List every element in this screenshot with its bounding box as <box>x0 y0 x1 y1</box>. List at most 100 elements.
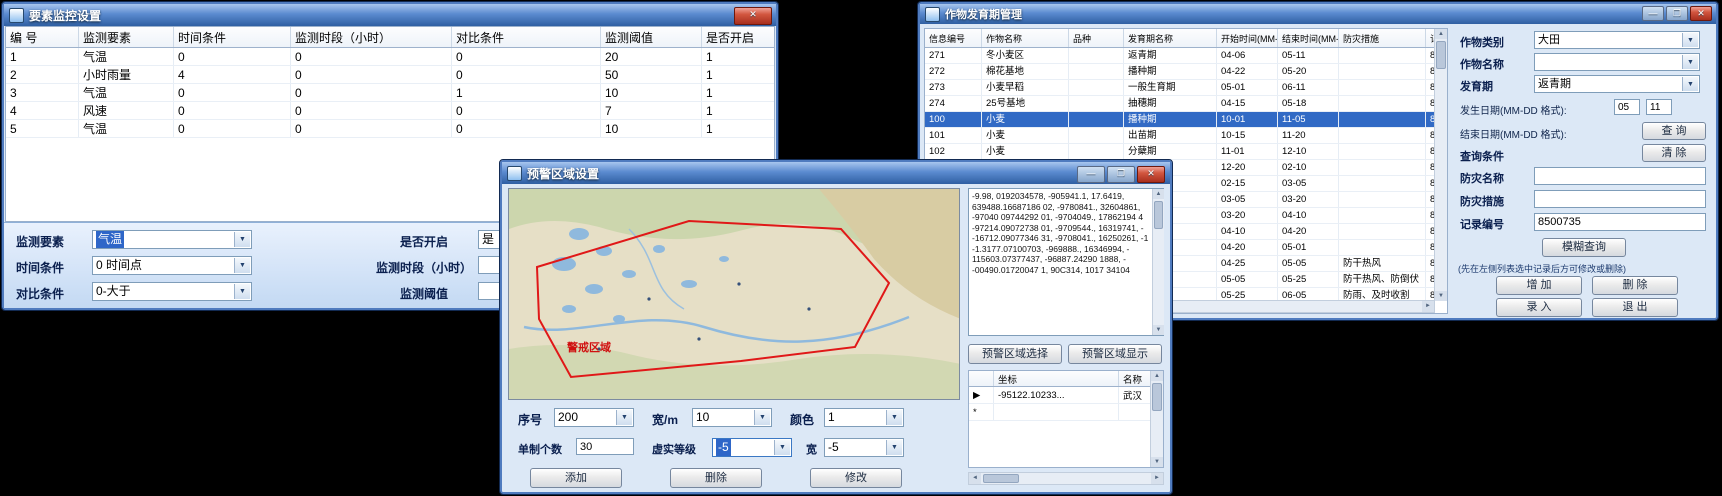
table-row[interactable]: 5气温000101 <box>6 120 775 138</box>
scroll-up-icon[interactable]: ▲ <box>1153 189 1164 199</box>
column-header: 监测时段（小时） <box>291 27 452 48</box>
region-list-zone: 坐标名称 ▶-95122.10233...武汉* ▲ ▼ <box>968 370 1164 468</box>
close-button[interactable]: ✕ <box>734 7 772 25</box>
start-day-input[interactable]: 11 <box>1646 99 1672 115</box>
maximize-button[interactable]: ❐ <box>1107 166 1135 183</box>
scroll-thumb[interactable] <box>983 474 1019 483</box>
line-width-select[interactable]: 10 ▼ <box>692 408 772 427</box>
titlebar[interactable]: 预警区域设置 <box>502 162 1170 184</box>
element-select[interactable]: 气温 ▼ <box>92 230 252 249</box>
chevron-down-icon[interactable]: ▼ <box>886 440 902 455</box>
scroll-right-icon[interactable]: ► <box>1151 473 1163 484</box>
scroll-thumb[interactable] <box>1436 41 1446 69</box>
count-input[interactable]: 30 <box>576 438 634 455</box>
table-row[interactable]: 2小时雨量400501 <box>6 66 775 84</box>
stage-select[interactable]: 返青期 ▼ <box>1534 75 1700 93</box>
table-row[interactable]: 271冬小麦区返青期04-0605-118500730 <box>925 48 1435 64</box>
enabled-label: 是否开启 <box>400 233 448 250</box>
time-condition-select[interactable]: 0 时间点 ▼ <box>92 256 252 275</box>
window-icon <box>9 8 24 23</box>
map-canvas[interactable]: 警戒区域 <box>509 189 960 400</box>
horizontal-scrollbar[interactable]: ◄ ► <box>968 472 1164 485</box>
chevron-down-icon[interactable]: ▼ <box>234 258 250 273</box>
column-header: 时间条件 <box>174 27 291 48</box>
maximize-button[interactable]: ❐ <box>1666 6 1688 21</box>
delete-button[interactable]: 删 除 <box>1592 276 1678 295</box>
table-row[interactable]: 3气温001101 <box>6 84 775 102</box>
map-zone[interactable]: 警戒区域 <box>508 188 960 400</box>
vertical-scrollbar[interactable]: ▲ ▼ <box>1150 371 1163 467</box>
disaster-measure-input[interactable] <box>1534 190 1706 208</box>
serial-select[interactable]: 200 ▼ <box>554 408 634 427</box>
minimize-button[interactable]: — <box>1642 6 1664 21</box>
table-row[interactable]: 102小麦分蘖期11-0112-108500736 <box>925 144 1435 160</box>
dash-level-select[interactable]: -5 ▼ <box>712 438 792 457</box>
scroll-up-icon[interactable]: ▲ <box>1435 29 1447 39</box>
scroll-down-icon[interactable]: ▼ <box>1153 325 1164 335</box>
window-title: 要素监控设置 <box>29 7 101 24</box>
width2-select[interactable]: -5 ▼ <box>824 438 904 457</box>
compare-condition-select[interactable]: 0-大于 ▼ <box>92 282 252 301</box>
table-row[interactable]: * <box>969 404 1151 421</box>
chevron-down-icon[interactable]: ▼ <box>774 440 790 455</box>
table-row[interactable]: 100小麦播种期10-0111-058500734 <box>925 112 1435 128</box>
query-button[interactable]: 查 询 <box>1642 122 1706 140</box>
chevron-down-icon[interactable]: ▼ <box>1682 55 1698 69</box>
record-id-input[interactable]: 8500735 <box>1534 213 1706 231</box>
coords-textarea[interactable]: -9.98, 0192034578, -905941.1, 17.6419, 6… <box>968 188 1164 336</box>
chevron-down-icon[interactable]: ▼ <box>886 410 902 425</box>
minimize-button[interactable]: — <box>1077 166 1105 183</box>
table-row[interactable]: 4风速00071 <box>6 102 775 120</box>
region-show-button[interactable]: 预警区域显示 <box>1068 344 1162 364</box>
dash-level-label: 虚实等级 <box>652 441 696 457</box>
serial-label: 序号 <box>518 411 542 428</box>
crop-type-select[interactable]: 大田 ▼ <box>1534 31 1700 49</box>
exit-button[interactable]: 退 出 <box>1592 298 1678 317</box>
scroll-thumb[interactable] <box>1152 383 1162 411</box>
titlebar[interactable]: 要素监控设置 <box>4 4 776 26</box>
scroll-down-icon[interactable]: ▼ <box>1151 457 1163 467</box>
chevron-down-icon[interactable]: ▼ <box>616 410 632 425</box>
crop-name-select[interactable]: ▼ <box>1534 53 1700 71</box>
close-button[interactable]: ✕ <box>1137 166 1165 183</box>
window-title: 预警区域设置 <box>527 165 599 182</box>
table-row[interactable]: 272棉花基地播种期04-2205-208500731 <box>925 64 1435 80</box>
start-month-input[interactable]: 05 <box>1614 99 1640 115</box>
table-row[interactable]: 27425号基地抽穗期04-1505-188500733 <box>925 96 1435 112</box>
table-row[interactable]: 101小麦出苗期10-1511-208500735 <box>925 128 1435 144</box>
window-icon <box>925 7 940 22</box>
stage-label: 发育期 <box>1460 78 1493 94</box>
time-condition-label: 时间条件 <box>16 259 64 276</box>
vertical-scrollbar[interactable]: ▲ ▼ <box>1434 29 1447 301</box>
threshold-label: 监测阈值 <box>400 285 448 302</box>
fuzzy-search-button[interactable]: 模糊查询 <box>1542 238 1626 257</box>
add-region-button[interactable]: 添加 <box>530 468 622 488</box>
chevron-down-icon[interactable]: ▼ <box>1682 77 1698 91</box>
column-header: 名称 <box>1119 371 1151 387</box>
input-button[interactable]: 录 入 <box>1496 298 1582 317</box>
scroll-down-icon[interactable]: ▼ <box>1435 291 1447 301</box>
titlebar[interactable]: 作物发育期管理 <box>920 4 1716 24</box>
clear-button[interactable]: 清 除 <box>1642 144 1706 162</box>
chevron-down-icon[interactable]: ▼ <box>234 284 250 299</box>
scroll-right-icon[interactable]: ► <box>1422 301 1434 312</box>
region-select-button[interactable]: 预警区域选择 <box>968 344 1062 364</box>
scroll-thumb[interactable] <box>1154 201 1163 229</box>
chevron-down-icon[interactable]: ▼ <box>234 232 250 247</box>
scroll-left-icon[interactable]: ◄ <box>969 473 981 484</box>
coords-scrollbar[interactable]: ▲ ▼ <box>1152 189 1164 335</box>
color-select[interactable]: 1 ▼ <box>824 408 904 427</box>
modify-region-button[interactable]: 修改 <box>810 468 902 488</box>
add-button[interactable]: 增 加 <box>1496 276 1582 295</box>
close-button[interactable]: ✕ <box>1690 6 1712 21</box>
table-row[interactable]: 273小麦早稻一般生育期05-0106-118500732 <box>925 80 1435 96</box>
table-row[interactable]: 1气温000201 <box>6 48 775 66</box>
column-header: 信息编号 <box>925 29 982 48</box>
disaster-name-label: 防灾名称 <box>1460 170 1504 186</box>
chevron-down-icon[interactable]: ▼ <box>1682 33 1698 47</box>
scroll-up-icon[interactable]: ▲ <box>1151 371 1163 381</box>
chevron-down-icon[interactable]: ▼ <box>754 410 770 425</box>
disaster-name-input[interactable] <box>1534 167 1706 185</box>
delete-region-button[interactable]: 删除 <box>670 468 762 488</box>
table-row[interactable]: ▶-95122.10233...武汉 <box>969 387 1151 404</box>
